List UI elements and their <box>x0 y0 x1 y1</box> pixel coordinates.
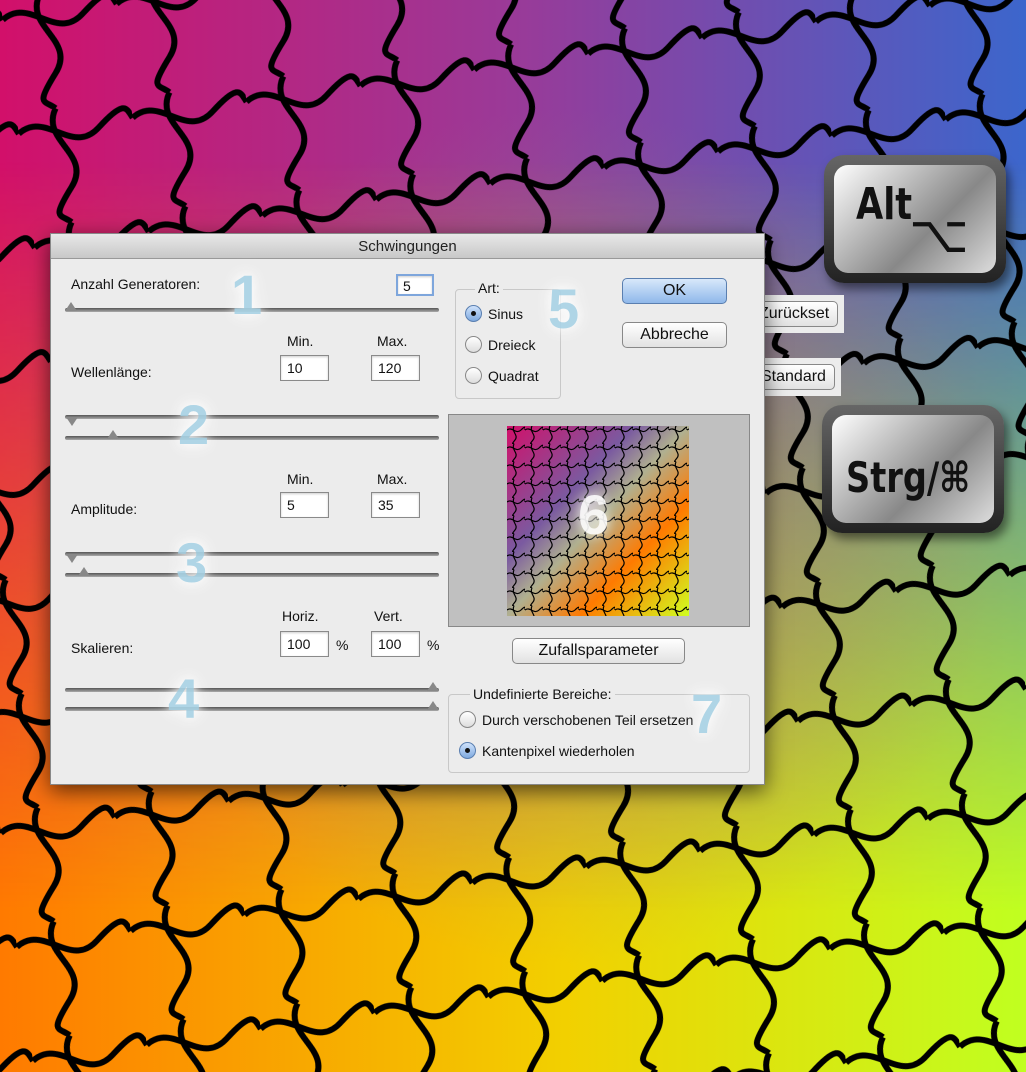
scale-vert-thumb[interactable] <box>427 701 439 710</box>
scale-horiz-input[interactable]: 100 <box>280 631 329 657</box>
callout-7: 7 <box>691 682 723 745</box>
wave-dialog: Schwingungen Anzahl Generatoren: 5 Min. … <box>50 233 765 785</box>
amplitude-min-input[interactable]: 5 <box>280 492 329 518</box>
alt-key-icon: Alt ⌥ <box>824 155 1006 283</box>
callout-1: 1 <box>231 263 263 326</box>
amplitude-min-thumb[interactable] <box>66 554 78 563</box>
generators-label: Anzahl Generatoren: <box>71 276 201 292</box>
wavelength-min-slider[interactable] <box>65 415 439 419</box>
callout-5: 5 <box>548 277 580 340</box>
callout-2: 2 <box>178 393 210 456</box>
randomize-button[interactable]: Zufallsparameter <box>512 638 685 664</box>
callout-6: 6 <box>578 483 610 546</box>
amplitude-max-slider[interactable] <box>65 573 439 577</box>
radio-selected-icon <box>459 742 476 759</box>
wavelength-max-slider[interactable] <box>65 436 439 440</box>
amplitude-label: Amplitude: <box>71 501 138 517</box>
callout-3: 3 <box>176 531 208 594</box>
scale-vert-slider[interactable] <box>65 707 439 711</box>
radio-selected-icon <box>465 305 482 322</box>
wavelength-min-input[interactable]: 10 <box>280 355 329 381</box>
dialog-title: Schwingungen <box>51 234 764 259</box>
wavelength-min-thumb[interactable] <box>66 417 78 426</box>
ctrl-cmd-key-icon: Strg/⌘ <box>822 405 1004 533</box>
wavelength-max-thumb[interactable] <box>107 430 119 439</box>
wavelength-label: Wellenlänge: <box>71 364 152 380</box>
wavelength-max-input[interactable]: 120 <box>371 355 420 381</box>
scale-horiz-thumb[interactable] <box>427 682 439 691</box>
amplitude-min-slider[interactable] <box>65 552 439 556</box>
radio-repeat-edge[interactable]: Kantenpixel wiederholen <box>459 742 635 759</box>
radio-quadrat[interactable]: Quadrat <box>465 367 539 384</box>
cancel-button[interactable]: Abbreche <box>622 322 727 348</box>
generators-slider-thumb[interactable] <box>65 302 77 311</box>
generators-input[interactable]: 5 <box>396 274 434 296</box>
scale-label: Skalieren: <box>71 640 134 656</box>
ok-button[interactable]: OK <box>622 278 727 304</box>
scale-horiz-slider[interactable] <box>65 688 439 692</box>
radio-wrap-around[interactable]: Durch verschobenen Teil ersetzen <box>459 711 693 728</box>
scale-vert-input[interactable]: 100 <box>371 631 420 657</box>
radio-sinus[interactable]: Sinus <box>465 305 523 322</box>
amplitude-max-input[interactable]: 35 <box>371 492 420 518</box>
callout-4: 4 <box>168 667 200 730</box>
amplitude-max-thumb[interactable] <box>78 567 90 576</box>
radio-dreieck[interactable]: Dreieck <box>465 336 535 353</box>
